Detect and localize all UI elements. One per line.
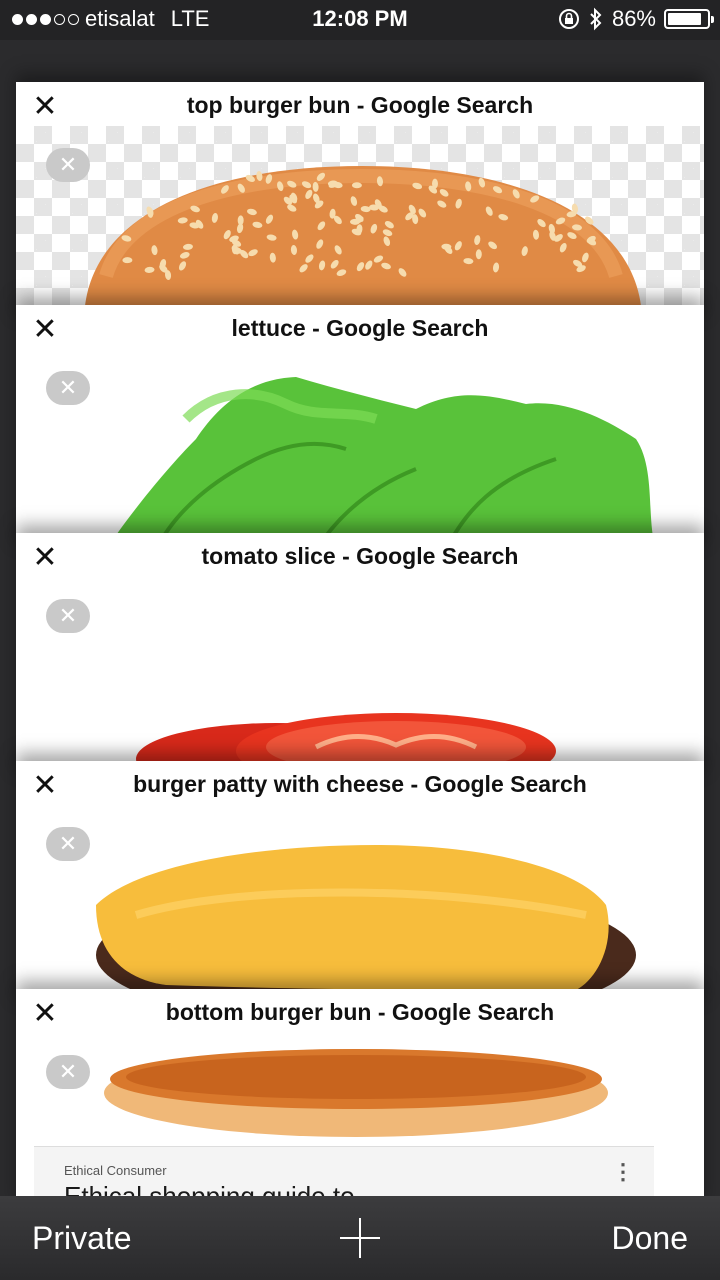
burger-patty-cheese-image: [16, 805, 704, 1006]
image-close-icon: ✕: [46, 827, 90, 861]
bluetooth-icon: [588, 7, 604, 31]
done-button[interactable]: Done: [612, 1220, 689, 1257]
close-tab-icon[interactable]: ✕: [28, 313, 62, 347]
image-close-icon: ✕: [46, 1055, 90, 1089]
battery-icon: [664, 9, 714, 29]
tab-title: top burger bun - Google Search: [186, 92, 534, 118]
tab-card-burger-patty[interactable]: ✕ burger patty with cheese - Google Sear…: [16, 761, 704, 1006]
tab-title: tomato slice - Google Search: [201, 543, 519, 569]
tab-switcher-toolbar: Private Done: [0, 1196, 720, 1280]
close-tab-icon[interactable]: ✕: [28, 541, 62, 575]
tab-card-lettuce[interactable]: ✕ lettuce - Google Search ✕: [16, 305, 704, 550]
image-close-icon: ✕: [46, 371, 90, 405]
plus-icon[interactable]: [338, 1216, 382, 1260]
lettuce-image: [16, 349, 704, 550]
tomato-slice-image: [16, 577, 704, 778]
tab-title: burger patty with cheese - Google Search: [133, 771, 587, 797]
image-close-icon: ✕: [46, 148, 90, 182]
result-source: Ethical Consumer: [64, 1163, 167, 1178]
tab-title: bottom burger bun - Google Search: [165, 999, 555, 1025]
private-button[interactable]: Private: [32, 1220, 132, 1257]
close-tab-icon[interactable]: ✕: [28, 769, 62, 803]
more-options-icon: ⋮: [612, 1159, 634, 1184]
top-burger-bun-image: [16, 126, 704, 322]
rotation-lock-icon: [558, 8, 580, 30]
tab-card-top-burger-bun[interactable]: ✕ top burger bun - Google Search ✕: [16, 82, 704, 322]
image-close-icon: ✕: [46, 599, 90, 633]
status-bar: etisalat LTE 12:08 PM 86%: [0, 0, 720, 40]
battery-percent: 86%: [611, 6, 656, 31]
tab-title: lettuce - Google Search: [231, 315, 489, 341]
close-tab-icon[interactable]: ✕: [28, 997, 62, 1031]
status-right: 86%: [558, 6, 714, 32]
tab-card-tomato-slice[interactable]: ✕ tomato slice - Google Search ✕: [16, 533, 704, 778]
close-tab-icon[interactable]: ✕: [28, 90, 62, 124]
